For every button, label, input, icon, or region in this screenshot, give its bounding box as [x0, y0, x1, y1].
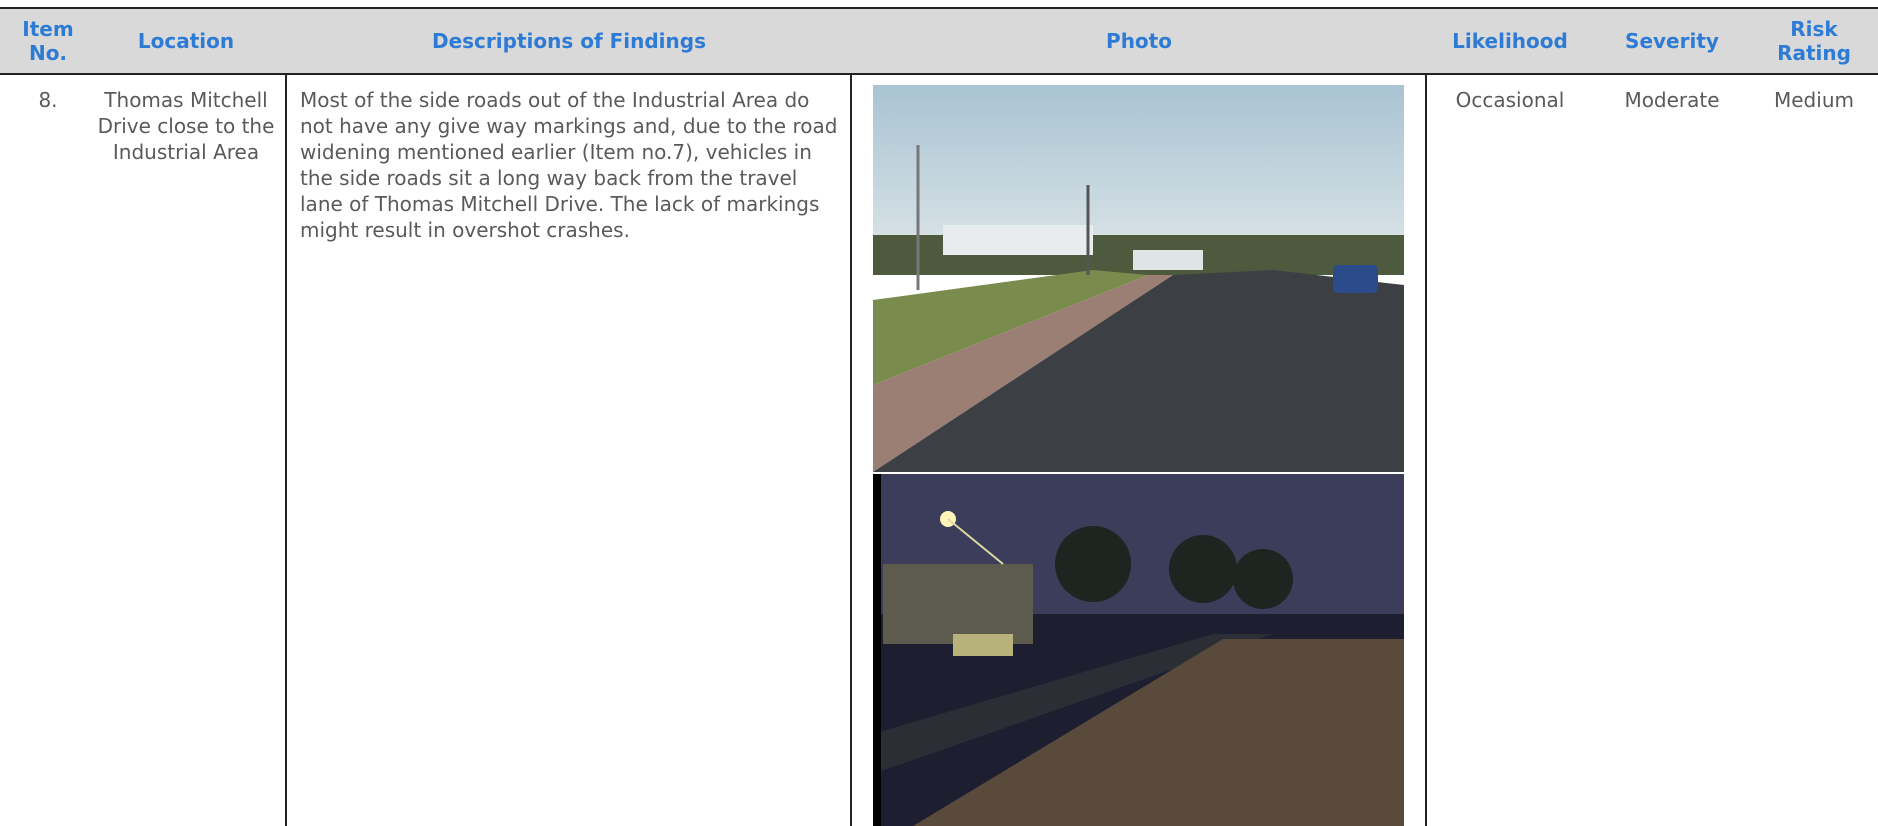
column-divider — [1425, 75, 1427, 826]
header-item-no: Item No. — [22, 17, 74, 65]
header-risk-rating: Risk Rating — [1777, 17, 1851, 65]
header-descriptions: Descriptions of Findings — [431, 29, 706, 53]
row-severity: Moderate — [1624, 88, 1720, 112]
table-header: Item No. Location Descriptions of Findin… — [0, 7, 1878, 75]
row-location: Thomas Mitchell Drive close to the Indus… — [97, 88, 275, 164]
header-photo: Photo — [1106, 29, 1172, 53]
header-location: Location — [137, 29, 235, 53]
row-item-no: 8. — [38, 88, 58, 112]
row-likelihood: Occasional — [1455, 88, 1565, 112]
row-description: Most of the side roads out of the Indust… — [300, 88, 838, 242]
column-divider — [285, 75, 287, 826]
findings-table: Item No. Location Descriptions of Findin… — [0, 7, 1878, 826]
road-daytime-photo — [873, 85, 1404, 472]
row-risk-rating: Medium — [1774, 88, 1854, 112]
header-severity: Severity — [1625, 29, 1719, 53]
header-likelihood: Likelihood — [1452, 29, 1568, 53]
road-night-photo — [873, 474, 1404, 826]
column-divider — [850, 75, 852, 826]
